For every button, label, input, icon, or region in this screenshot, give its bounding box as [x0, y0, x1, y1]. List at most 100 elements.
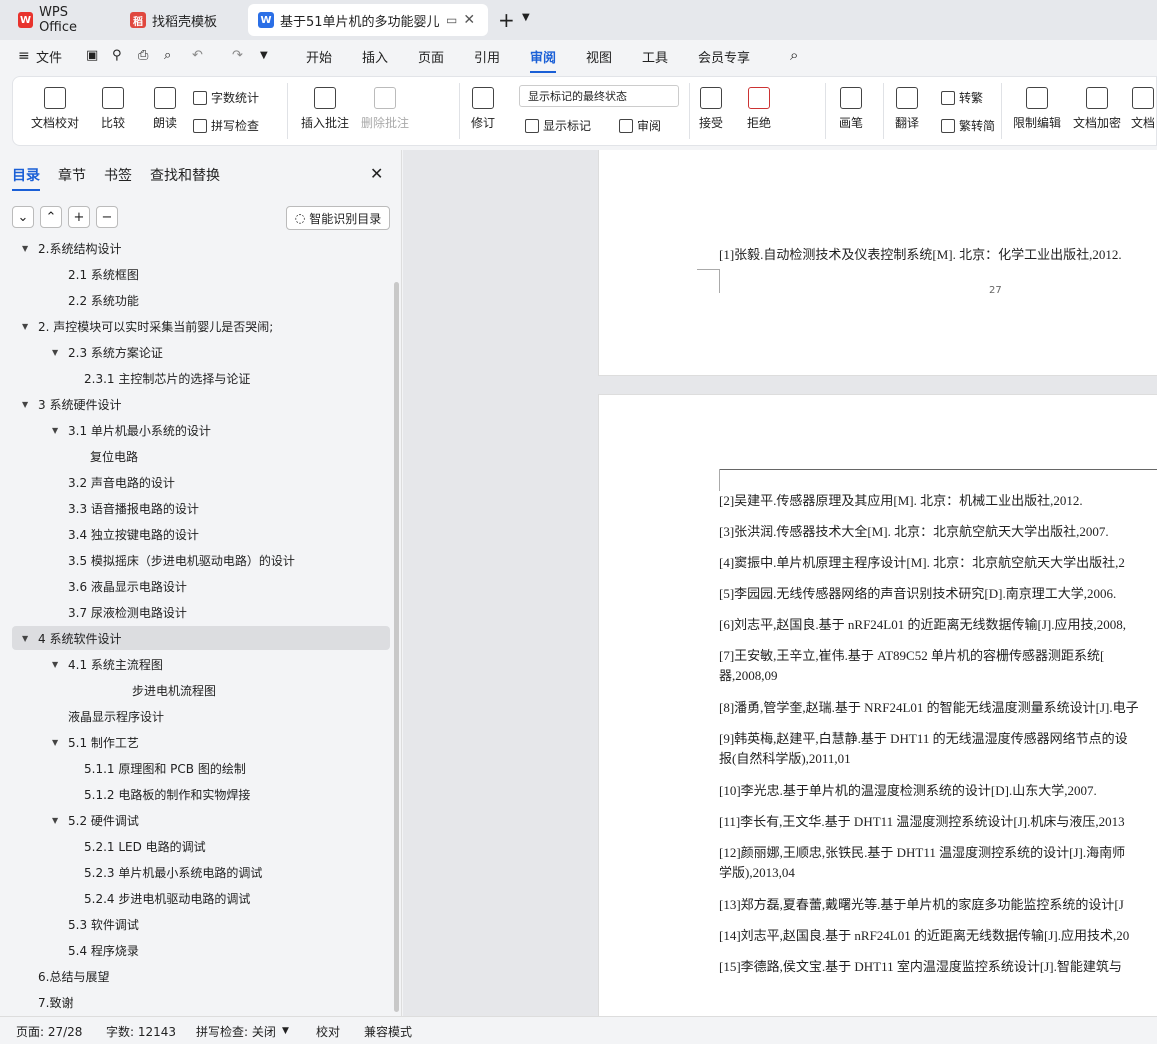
collapse-button[interactable]: ⌄ [12, 206, 34, 228]
read-aloud-button[interactable]: 朗读 [153, 87, 177, 131]
proofread-button[interactable]: 校对 [316, 1023, 340, 1040]
toc-item[interactable]: 5.1.2 电路板的制作和实物焊接 [12, 782, 390, 806]
pen-button[interactable]: 画笔 [839, 87, 863, 131]
menu-tools[interactable]: 工具 [642, 47, 668, 66]
compare-button[interactable]: 比较 [101, 87, 125, 131]
remove-heading-button[interactable]: − [96, 206, 118, 228]
toc-item[interactable]: 2.3.1 主控制芯片的选择与论证 [12, 366, 390, 390]
toc-item[interactable]: ▼ 3.1 单片机最小系统的设计 [12, 418, 390, 442]
search-icon[interactable]: ⌕ [790, 46, 798, 64]
menu-file[interactable]: 文件 [36, 47, 62, 66]
word-count[interactable]: 字数: 12143 [106, 1023, 176, 1040]
toc-item[interactable]: 2.2 系统功能 [12, 288, 390, 312]
toc-item[interactable]: 5.2.1 LED 电路的调试 [12, 834, 390, 858]
more-chevron-icon[interactable]: ▼ [260, 50, 268, 61]
add-heading-button[interactable]: + [68, 206, 90, 228]
insert-comment-button[interactable]: 插入批注 [301, 87, 349, 131]
toc-item[interactable]: 复位电路 [12, 444, 390, 468]
toc-item[interactable]: 步进电机流程图 [12, 678, 390, 702]
doc-encrypt-button[interactable]: 文档加密 [1073, 87, 1121, 131]
toc-item[interactable]: ▼ 4.1 系统主流程图 [12, 652, 390, 676]
tab-bookmarks[interactable]: 书签 [104, 165, 132, 185]
spell-check-status[interactable]: 拼写检查: 关闭 [196, 1023, 276, 1040]
display-mode-select[interactable]: 显示标记的最终状态 [519, 85, 679, 107]
menu-home[interactable]: 开始 [306, 47, 332, 66]
hamburger-icon[interactable]: ≡ [18, 48, 30, 64]
redo-icon[interactable]: ↷ [232, 48, 243, 63]
expand-arrow-icon[interactable]: ▼ [52, 348, 64, 357]
chevron-down-icon[interactable]: ▼ [282, 1026, 289, 1036]
expand-arrow-icon[interactable]: ▼ [22, 322, 34, 331]
menu-review[interactable]: 审阅 [530, 47, 557, 73]
toc-item[interactable]: 2.1 系统框图 [12, 262, 390, 286]
menu-insert[interactable]: 插入 [362, 47, 388, 66]
tab-document[interactable]: W 基于51单片机的多功能婴儿床 ▭ ✕ [248, 4, 488, 36]
toc-item[interactable]: 5.1.1 原理图和 PCB 图的绘制 [12, 756, 390, 780]
toc-item[interactable]: 5.2.3 单片机最小系统电路的调试 [12, 860, 390, 884]
undo-icon[interactable]: ↶ [192, 48, 203, 63]
tab-chapters[interactable]: 章节 [58, 165, 86, 185]
expand-arrow-icon[interactable]: ▼ [52, 426, 64, 435]
menu-page[interactable]: 页面 [418, 47, 444, 66]
toc-item[interactable]: 5.4 程序烧录 [12, 938, 390, 962]
accept-button[interactable]: 接受 [699, 87, 723, 131]
spell-check-button[interactable]: 拼写检查 [193, 117, 259, 134]
tab-find-replace[interactable]: 查找和替换 [150, 165, 220, 185]
toc-item[interactable]: 6.总结与展望 [12, 964, 390, 988]
close-panel-icon[interactable]: ✕ [370, 164, 383, 183]
toc-item[interactable]: ▼ 2.系统结构设计 [12, 242, 390, 260]
expand-arrow-icon[interactable]: ▼ [52, 660, 64, 669]
toc-item[interactable]: ▼ 2.3 系统方案论证 [12, 340, 390, 364]
smart-toc-button[interactable]: ◌ 智能识别目录 [286, 206, 390, 230]
link-icon[interactable]: ⚲ [112, 48, 122, 63]
toc-item[interactable]: 3.2 声音电路的设计 [12, 470, 390, 494]
tab-toc[interactable]: 目录 [12, 165, 40, 191]
word-count-button[interactable]: 字数统计 [193, 89, 259, 106]
revise-button[interactable]: 修订 [471, 87, 495, 131]
delete-comment-button[interactable]: 删除批注 [361, 87, 409, 131]
expand-arrow-icon[interactable]: ▼ [52, 816, 64, 825]
toc-item[interactable]: 3.3 语音播报电路的设计 [12, 496, 390, 520]
menu-reference[interactable]: 引用 [474, 47, 500, 66]
toc-item[interactable]: 液晶显示程序设计 [12, 704, 390, 728]
expand-arrow-icon[interactable]: ▼ [22, 244, 34, 253]
tab-wps-office[interactable]: W WPS Office [8, 4, 116, 36]
page-indicator[interactable]: 页面: 27/28 [16, 1023, 82, 1040]
restrict-edit-button[interactable]: 限制编辑 [1013, 87, 1061, 131]
toc-item[interactable]: ▼ 3 系统硬件设计 [12, 392, 390, 416]
review-pane-button[interactable]: 审阅 [619, 117, 661, 134]
menu-view[interactable]: 视图 [586, 47, 612, 66]
toc-item[interactable]: ▼ 4 系统软件设计 [12, 626, 390, 650]
toc-item[interactable]: ▼ 5.1 制作工艺 [12, 730, 390, 754]
toc-scrollbar[interactable] [394, 282, 399, 1012]
new-tab-icon[interactable]: + [498, 8, 515, 32]
tab-template[interactable]: 稻 找稻壳模板 [120, 4, 244, 36]
close-tab-icon[interactable]: ✕ [463, 12, 475, 28]
translate-button[interactable]: 翻译 [895, 87, 919, 131]
expand-button[interactable]: ⌃ [40, 206, 62, 228]
save-icon[interactable]: ▣ [86, 48, 98, 63]
doc-more-button[interactable]: 文档 [1131, 87, 1155, 131]
expand-arrow-icon[interactable]: ▼ [52, 738, 64, 747]
print-icon[interactable]: ⎙ [138, 48, 148, 63]
toc-item[interactable]: 5.2.4 步进电机驱动电路的调试 [12, 886, 390, 910]
toc-item[interactable]: 3.5 模拟摇床（步进电机驱动电路）的设计 [12, 548, 390, 572]
expand-arrow-icon[interactable]: ▼ [22, 634, 34, 643]
toc-item[interactable]: ▼ 2. 声控模块可以实时采集当前婴儿是否哭闹; [12, 314, 390, 338]
toc-item[interactable]: 3.7 尿液检测电路设计 [12, 600, 390, 624]
chevron-down-icon[interactable]: ▼ [522, 12, 530, 23]
document-page-28[interactable]: [2]吴建平.传感器原理及其应用[M]. 北京：机械工业出版社,2012. [3]… [598, 394, 1157, 1016]
doc-check-button[interactable]: 文档校对 [31, 87, 79, 131]
toc-item[interactable]: 3.6 液晶显示电路设计 [12, 574, 390, 598]
expand-arrow-icon[interactable]: ▼ [22, 400, 34, 409]
reject-button[interactable]: 拒绝 [747, 87, 771, 131]
toc-item[interactable]: ▼ 5.2 硬件调试 [12, 808, 390, 832]
to-simplified-button[interactable]: 繁转简 [941, 117, 995, 134]
document-page-27[interactable]: [1]张毅.自动检测技术及仪表控制系统[M]. 北京：化学工业出版社,2012.… [598, 150, 1157, 376]
preview-icon[interactable]: ⌕ [164, 48, 171, 63]
toc-item[interactable]: 5.3 软件调试 [12, 912, 390, 936]
toc-item[interactable]: 7.致谢 [12, 990, 390, 1014]
toc-item[interactable]: 3.4 独立按键电路的设计 [12, 522, 390, 546]
menu-vip[interactable]: 会员专享 [698, 47, 750, 66]
to-traditional-button[interactable]: 转繁 [941, 89, 983, 106]
